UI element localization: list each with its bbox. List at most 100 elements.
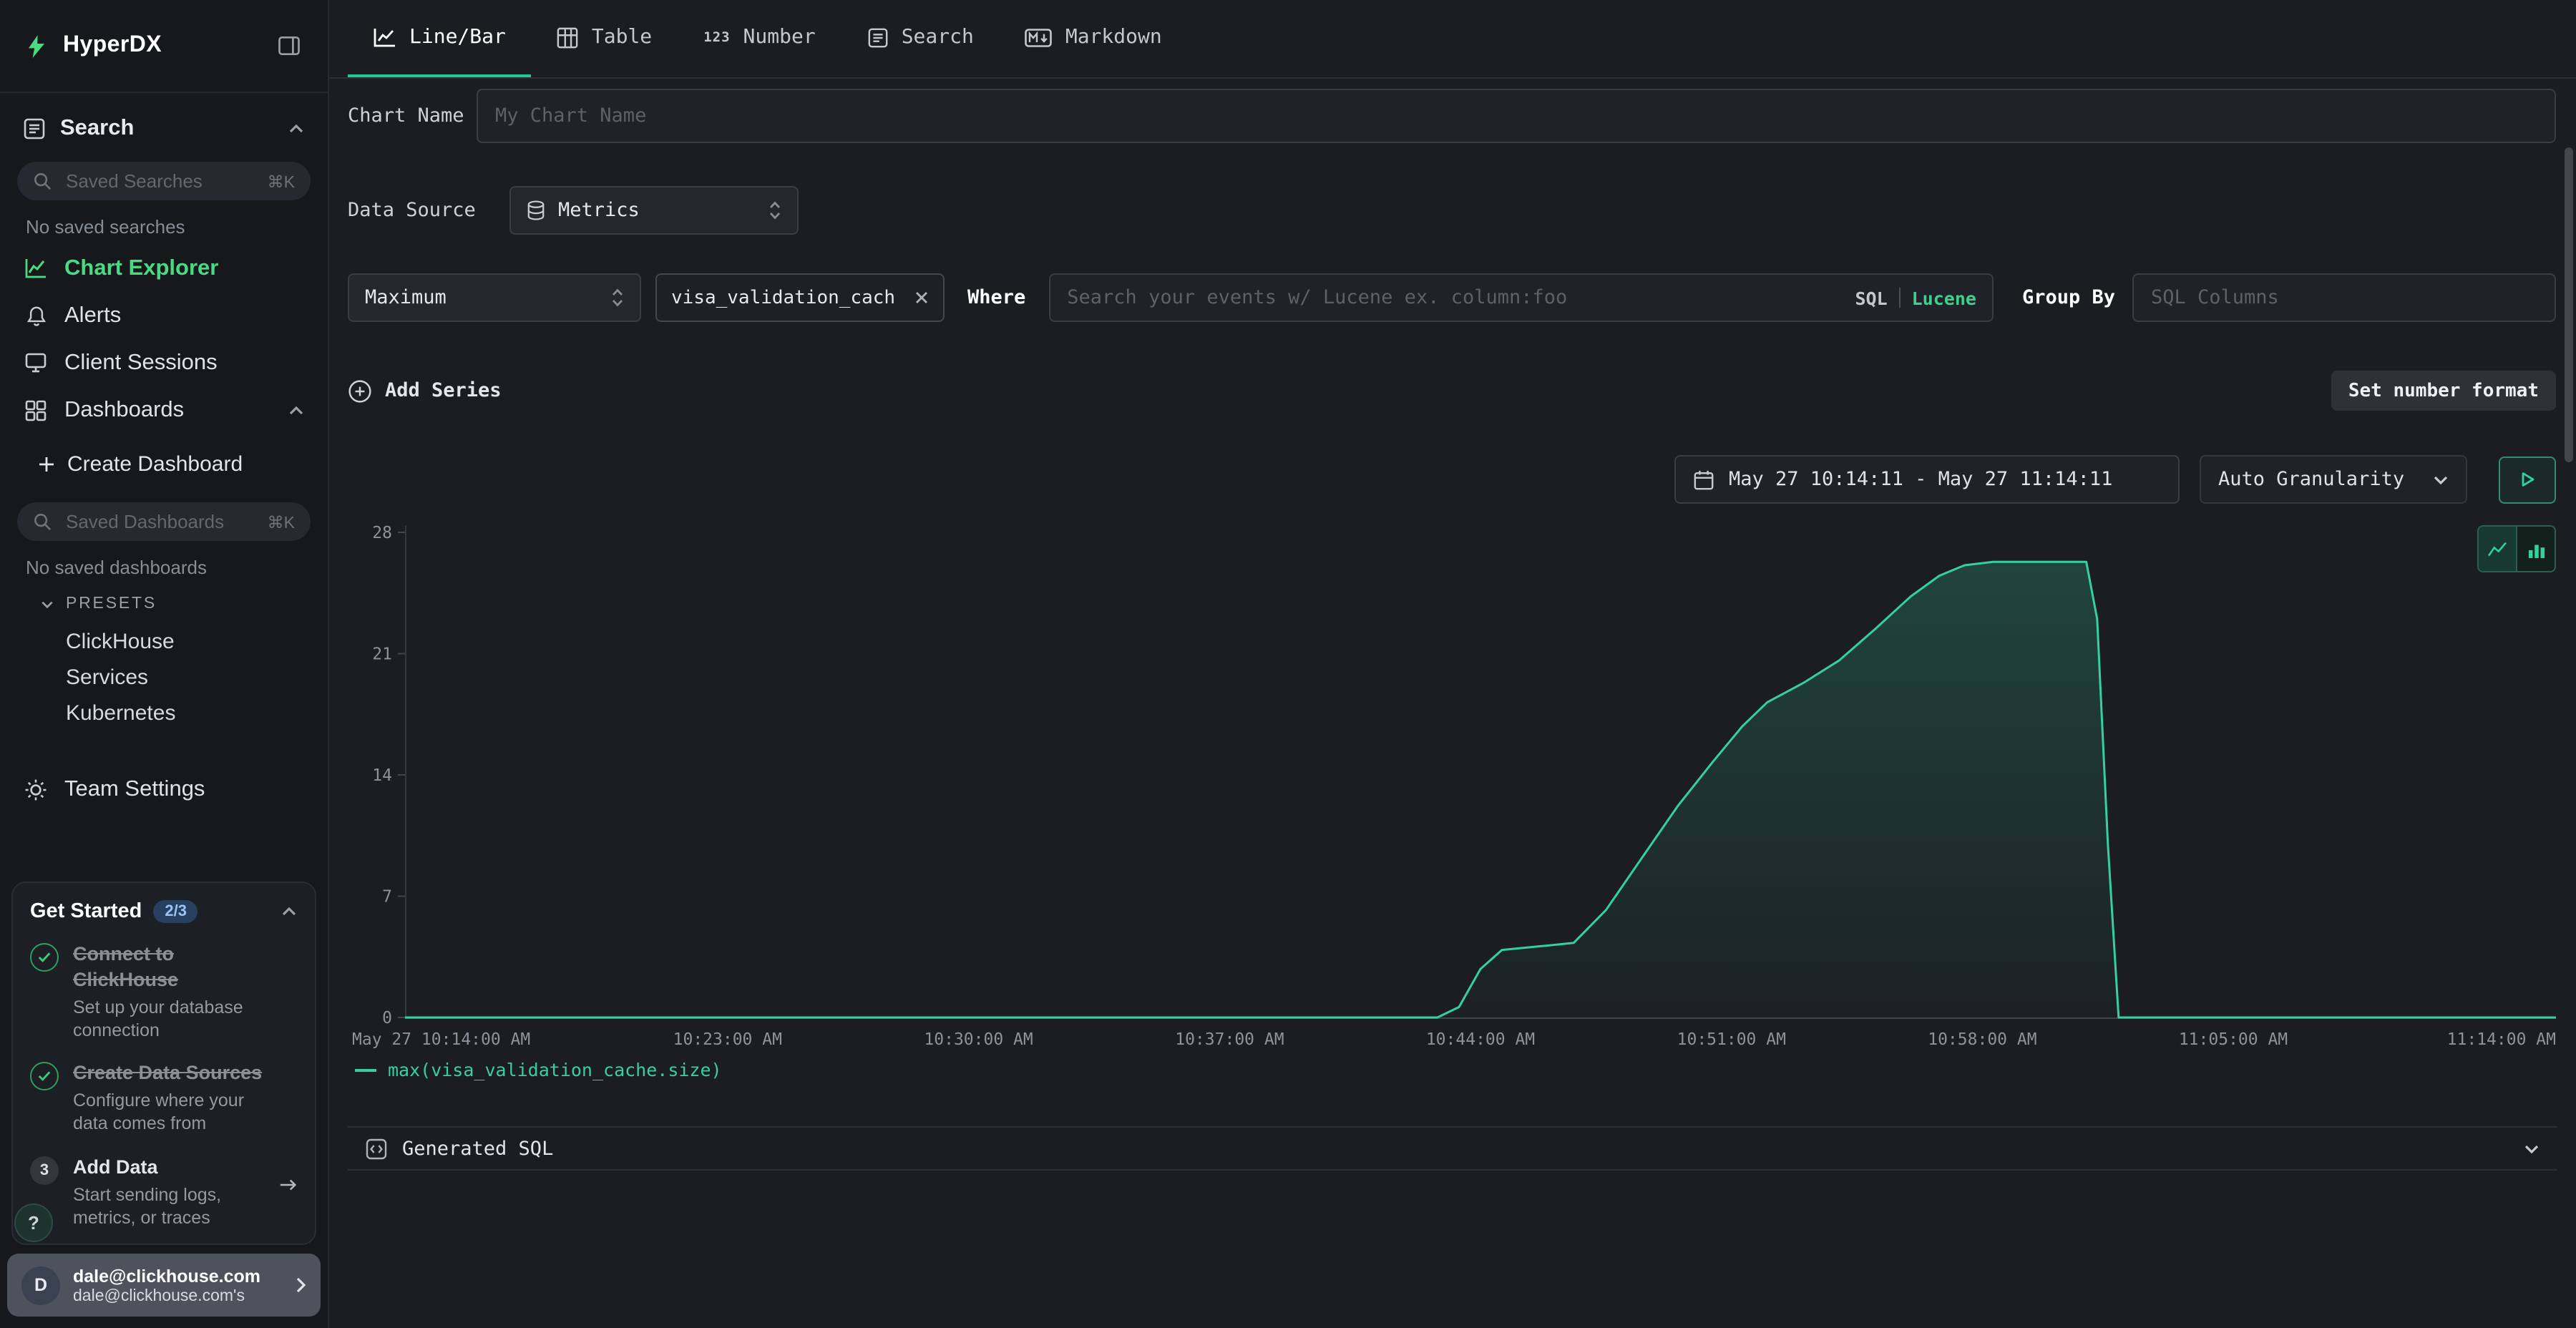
saved-dashboards-input[interactable] (63, 509, 256, 534)
vertical-scrollbar[interactable] (2565, 147, 2573, 462)
step-subtitle: Set up your database connection (73, 996, 275, 1043)
calendar-icon (1693, 469, 1714, 490)
tab-number[interactable]: 123 Number (678, 0, 841, 77)
time-series-chart[interactable]: 07142128May 27 10:14:00 AM10:23:00 AM10:… (343, 515, 2562, 1076)
tab-search[interactable]: Search (841, 0, 1000, 77)
metric-chip-label: visa_validation_cach (671, 287, 895, 308)
sql-toggle[interactable]: SQL (1855, 287, 1887, 308)
svg-text:28: 28 (372, 524, 392, 542)
sidebar-item-dashboards[interactable]: Dashboards (0, 386, 328, 434)
progress-badge: 2/3 (153, 901, 198, 924)
sidebar-collapse-button[interactable] (273, 30, 305, 62)
sidebar-item-alerts[interactable]: Alerts (0, 292, 328, 339)
lucene-toggle[interactable]: Lucene (1912, 287, 1976, 308)
data-source-select[interactable]: Metrics (509, 186, 799, 235)
run-query-button[interactable] (2499, 456, 2556, 503)
get-started-step-sources[interactable]: Create Data Sources Configure where your… (30, 1061, 298, 1136)
saved-dashboards-search[interactable]: ⌘K (17, 502, 311, 541)
get-started-step-add-data[interactable]: 3 Add Data Start sending logs, metrics, … (30, 1154, 298, 1229)
bell-icon (23, 304, 49, 327)
step-number-badge: 3 (30, 1156, 59, 1184)
chart-controls: May 27 10:14:11 - May 27 11:14:11 Auto G… (1674, 455, 2556, 504)
data-source-label: Data Source (348, 199, 509, 222)
arrow-right-icon (279, 1177, 298, 1191)
set-number-format-button[interactable]: Set number format (2331, 371, 2556, 411)
search-section-label: Search (60, 116, 134, 142)
alerts-label: Alerts (64, 303, 121, 328)
hyperdx-logo[interactable]: HyperDX (23, 32, 162, 59)
svg-text:10:44:00 AM: 10:44:00 AM (1426, 1030, 1535, 1049)
search-icon (33, 512, 52, 531)
play-icon (2519, 471, 2536, 488)
create-dashboard-button[interactable]: Create Dashboard (0, 442, 328, 485)
granularity-select[interactable]: Auto Granularity (2200, 455, 2467, 504)
sidebar-item-team-settings[interactable]: Team Settings (0, 766, 328, 813)
team-settings-label: Team Settings (64, 776, 205, 802)
client-sessions-label: Client Sessions (64, 350, 218, 376)
preset-services[interactable]: Services (0, 660, 328, 695)
logo-text: HyperDX (63, 33, 162, 59)
where-search-input[interactable] (1048, 273, 1994, 322)
svg-text:11:05:00 AM: 11:05:00 AM (2179, 1030, 2288, 1049)
saved-searches-search[interactable]: ⌘K (17, 162, 311, 200)
sidebar-item-client-sessions[interactable]: Client Sessions (0, 339, 328, 386)
legend-label: max(visa_validation_cache.size) (388, 1059, 722, 1080)
check-circle-icon (30, 1063, 59, 1091)
hyperdx-bolt-icon (23, 32, 50, 59)
chevron-up-icon (288, 123, 305, 135)
database-icon (527, 200, 545, 220)
series-row: Maximum visa_validation_cach Where SQL L… (348, 273, 2556, 322)
query-language-toggle: SQL Lucene (1855, 273, 1976, 322)
add-series-button[interactable]: Add Series (348, 379, 502, 403)
saved-searches-input[interactable] (63, 169, 256, 193)
search-section-icon (23, 117, 46, 140)
aggregation-value: Maximum (365, 286, 447, 309)
tab-table[interactable]: Table (532, 0, 678, 77)
sidebar-header: HyperDX (0, 0, 328, 93)
presets-label: PRESETS (66, 595, 157, 612)
code-icon (365, 1137, 388, 1160)
step-title: Create Data Sources (73, 1061, 275, 1087)
date-range-value: May 27 10:14:11 - May 27 11:14:11 (1729, 468, 2112, 491)
svg-text:10:51:00 AM: 10:51:00 AM (1677, 1030, 1786, 1049)
data-source-row: Data Source Metrics (348, 186, 799, 235)
user-profile[interactable]: D dale@clickhouse.com dale@clickhouse.co… (7, 1254, 321, 1317)
chevron-up-icon (288, 404, 305, 416)
aggregation-select[interactable]: Maximum (348, 273, 641, 322)
chart-name-input[interactable] (477, 89, 2556, 143)
profile-subtitle: dale@clickhouse.com's (73, 1288, 260, 1305)
step-title: Add Data (73, 1154, 275, 1180)
sidebar-item-chart-explorer[interactable]: Chart Explorer (0, 245, 328, 292)
tab-line-bar[interactable]: Line/Bar (348, 0, 532, 77)
chevron-down-icon (2433, 474, 2449, 484)
metric-chip[interactable]: visa_validation_cach (655, 273, 945, 322)
step-subtitle: Configure where your data comes from (73, 1089, 275, 1136)
chart-type-tabs: Line/Bar Table 123 Number Search (329, 0, 2576, 79)
group-by-input[interactable] (2132, 273, 2556, 322)
preset-kubernetes[interactable]: Kubernetes (0, 695, 328, 731)
preset-clickhouse[interactable]: ClickHouse (0, 624, 328, 660)
sidebar: HyperDX Search ⌘K No saved searches (0, 0, 329, 1328)
svg-text:10:30:00 AM: 10:30:00 AM (924, 1030, 1033, 1049)
divider (1899, 288, 1901, 308)
chart-legend[interactable]: max(visa_validation_cache.size) (355, 1059, 722, 1080)
no-saved-dashboards-text: No saved dashboards (26, 557, 328, 578)
help-button[interactable]: ? (14, 1204, 53, 1242)
profile-name: dale@clickhouse.com (73, 1265, 260, 1289)
close-icon[interactable] (914, 290, 929, 305)
markdown-icon (1025, 28, 1053, 47)
presets-toggle[interactable]: PRESETS (40, 595, 328, 612)
select-chevrons-icon (769, 200, 781, 220)
dashboards-label: Dashboards (64, 397, 184, 423)
generated-sql-toggle[interactable]: Generated SQL (348, 1126, 2557, 1171)
date-range-picker[interactable]: May 27 10:14:11 - May 27 11:14:11 (1674, 455, 2180, 504)
main-content: Line/Bar Table 123 Number Search (329, 0, 2576, 1328)
chevron-right-icon (295, 1276, 306, 1294)
circle-plus-icon (348, 379, 372, 403)
tab-markdown[interactable]: Markdown (1000, 0, 1188, 77)
no-saved-searches-text: No saved searches (26, 216, 328, 238)
sidebar-section-search[interactable]: Search (0, 116, 328, 142)
chevron-up-icon (280, 907, 298, 918)
get-started-header[interactable]: Get Started 2/3 (30, 901, 298, 924)
get-started-step-connect[interactable]: Connect to ClickHouse Set up your databa… (30, 942, 298, 1043)
